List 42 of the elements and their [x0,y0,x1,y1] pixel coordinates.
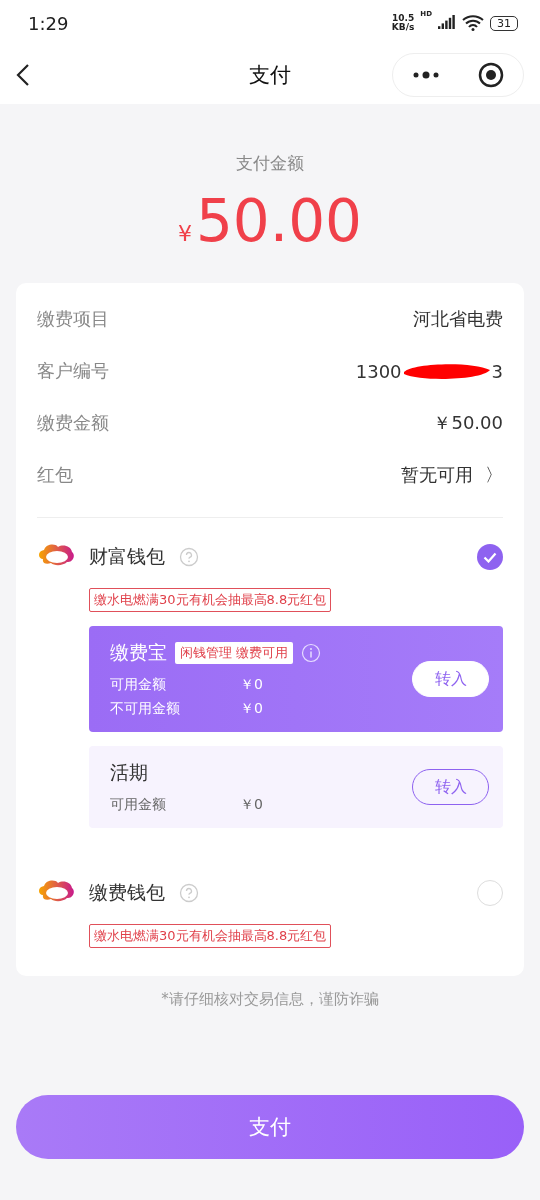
account-name: 活期 [110,760,148,785]
battery-level: 31 [490,15,518,31]
balance-label: 不可用金额 [110,700,181,718]
check-icon [483,551,497,563]
transfer-button[interactable]: 转入 [412,661,489,697]
more-icon[interactable] [412,71,440,79]
balance-value: ￥0 [240,676,263,694]
pay-button[interactable]: 支付 [16,1095,524,1159]
detail-value: 河北省电费 [413,307,503,331]
detail-label: 红包 [37,463,73,487]
detail-label: 缴费金额 [37,411,109,435]
detail-value: 1300 [355,360,402,382]
account-name: 缴费宝 [110,640,167,665]
balance-label: 可用金额 [110,676,167,694]
page-title: 支付 [249,62,291,89]
detail-value: ￥50.00 [433,411,503,435]
wallet-radio[interactable] [477,544,503,570]
chevron-icon[interactable]: 〉 [485,463,503,487]
account-tag: 闲钱管理 缴费可用 [175,642,294,664]
detail-label: 客户编号 [37,359,109,383]
detail-value: 3 [491,360,503,382]
signal-icon [438,15,456,31]
wifi-icon [462,15,484,31]
close-icon[interactable] [478,62,504,88]
wallet-name: 缴费钱包 [89,880,165,905]
info-icon[interactable] [301,643,322,663]
detail-label: 缴费项目 [37,307,109,331]
currency-symbol: ¥ [177,221,192,246]
detail-value: 暂无可用 [401,463,473,487]
promo-tag: 缴水电燃满30元有机会抽最高8.8元红包 [89,588,332,612]
security-notice: *请仔细核对交易信息，谨防诈骗 [161,990,379,1009]
payment-amount: 50.00 [195,187,362,255]
back-icon[interactable] [16,63,30,87]
promo-tag: 缴水电燃满30元有机会抽最高8.8元红包 [89,924,332,948]
network-speed: 10.5 KB/s [391,14,415,32]
balance-value: ￥0 [240,796,263,814]
status-time: 1:29 [28,12,70,34]
amount-label: 支付金额 [236,152,304,175]
balance-value: ￥0 [240,700,263,718]
balance-label: 可用金额 [110,796,167,814]
wallet-radio[interactable] [477,880,503,906]
wallet-name: 财富钱包 [89,544,165,569]
